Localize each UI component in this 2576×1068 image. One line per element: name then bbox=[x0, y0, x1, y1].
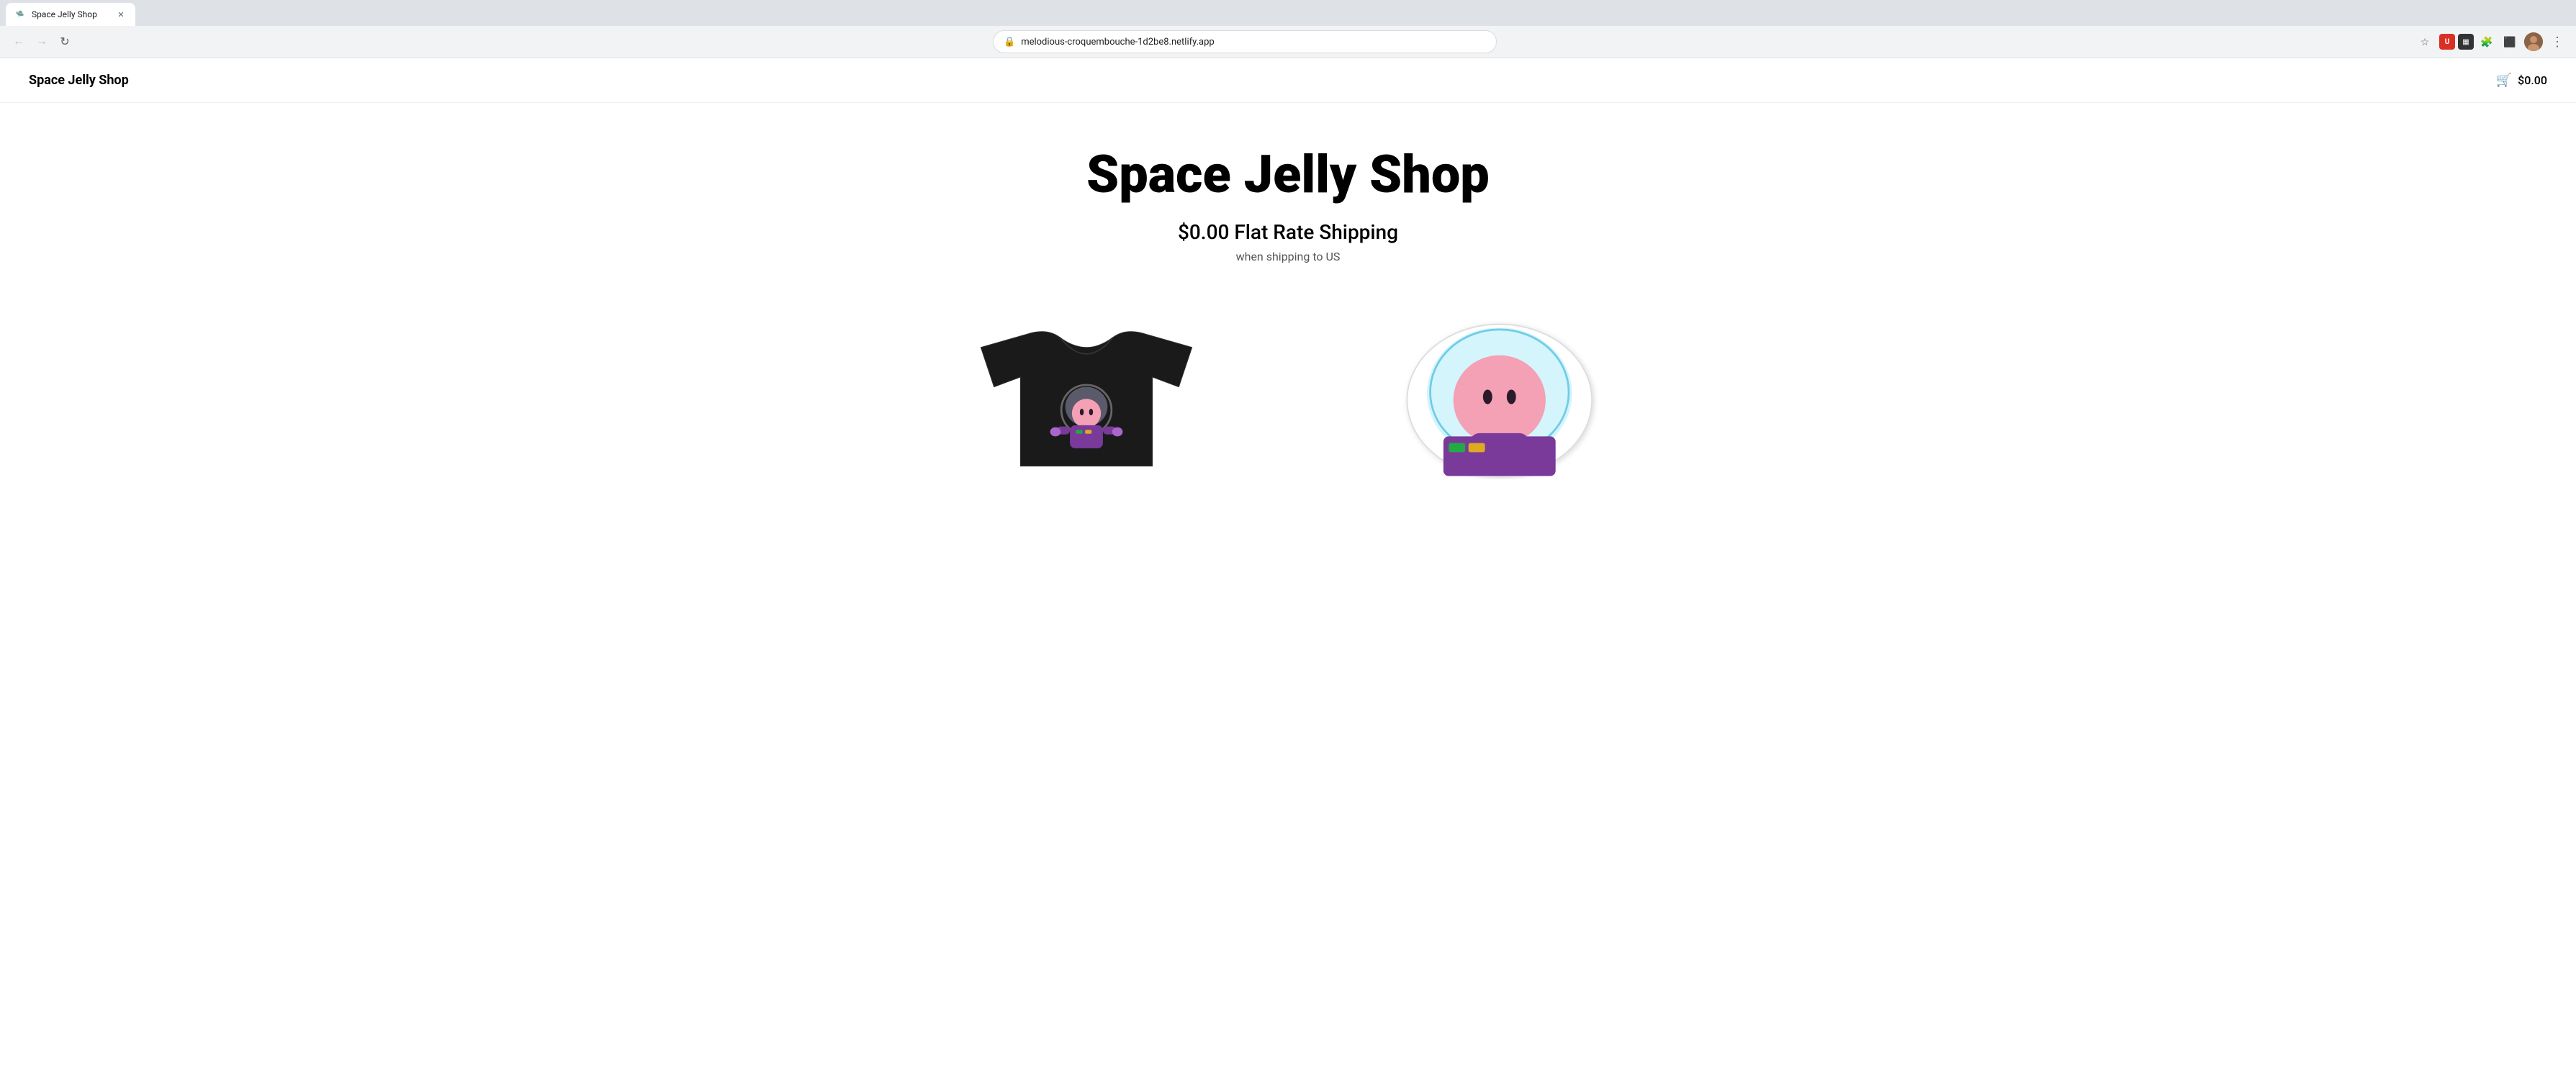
active-tab[interactable]: 🛸 Space Jelly Shop ✕ bbox=[6, 3, 135, 26]
extensions-puzzle-button[interactable]: 🧩 bbox=[2477, 32, 2497, 52]
product-card-sticker[interactable] bbox=[1310, 321, 1670, 479]
tab-favicon: 🛸 bbox=[14, 9, 26, 20]
hero-section: Space Jelly Shop $0.00 Flat Rate Shippin… bbox=[0, 103, 2576, 292]
address-bar[interactable]: 🔒 melodious-croquembouche-1d2be8.netlify… bbox=[993, 30, 1497, 53]
site-header: Space Jelly Shop 🛒 $0.00 bbox=[0, 58, 2576, 103]
reload-button[interactable]: ↻ bbox=[55, 32, 75, 52]
split-screen-button[interactable]: ⬛ bbox=[2500, 32, 2520, 52]
more-options-button[interactable]: ⋮ bbox=[2547, 32, 2567, 52]
product-card-tshirt[interactable] bbox=[906, 321, 1266, 479]
sticker-image bbox=[1367, 321, 1612, 479]
lock-icon: 🔒 bbox=[1004, 37, 1015, 47]
site-logo[interactable]: Space Jelly Shop bbox=[29, 73, 129, 88]
profile-avatar[interactable] bbox=[2524, 32, 2543, 51]
extension-ublock-icon[interactable]: U bbox=[2439, 34, 2455, 50]
tab-close-button[interactable]: ✕ bbox=[115, 9, 127, 20]
url-text: melodious-croquembouche-1d2be8.netlify.a… bbox=[1021, 37, 1486, 47]
tab-title: Space Jelly Shop bbox=[32, 9, 109, 19]
browser-toolbar: ← → ↻ 🔒 melodious-croquembouche-1d2be8.n… bbox=[0, 26, 2576, 58]
sticker-graphic bbox=[1407, 325, 1592, 476]
extension-dark-icon[interactable]: ▦ bbox=[2458, 34, 2474, 50]
tshirt-image bbox=[914, 321, 1259, 479]
cart-area[interactable]: 🛒 $0.00 bbox=[2496, 73, 2547, 88]
extensions-area: U ▦ 🧩 ⬛ bbox=[2439, 32, 2520, 52]
page-content: Space Jelly Shop 🛒 $0.00 Space Jelly Sho… bbox=[0, 58, 2576, 479]
products-section bbox=[0, 292, 2576, 479]
toolbar-right: ☆ U ▦ 🧩 ⬛ ⋮ bbox=[2415, 32, 2567, 52]
shipping-subtext: when shipping to US bbox=[14, 250, 2562, 263]
shipping-headline: $0.00 Flat Rate Shipping bbox=[14, 220, 2562, 244]
cart-total: $0.00 bbox=[2518, 73, 2547, 87]
hero-title: Space Jelly Shop bbox=[14, 146, 2562, 203]
tshirt-graphic bbox=[981, 332, 1192, 466]
forward-button[interactable]: → bbox=[32, 32, 52, 52]
back-button[interactable]: ← bbox=[9, 32, 29, 52]
browser-chrome: 🛸 Space Jelly Shop ✕ ← → ↻ 🔒 melodious-c… bbox=[0, 0, 2576, 58]
tab-bar: 🛸 Space Jelly Shop ✕ bbox=[0, 0, 2576, 26]
nav-buttons: ← → ↻ bbox=[9, 32, 75, 52]
bookmark-star-button[interactable]: ☆ bbox=[2415, 32, 2435, 52]
cart-icon: 🛒 bbox=[2496, 73, 2512, 88]
